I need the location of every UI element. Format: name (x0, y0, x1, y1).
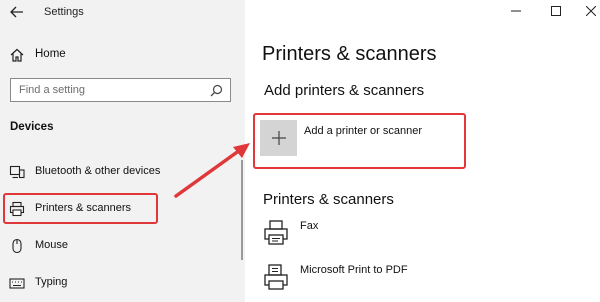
back-arrow-icon (10, 6, 23, 18)
sidebar-item-home[interactable]: Home (0, 42, 245, 68)
mouse-icon (12, 238, 22, 254)
section-title-devices: Devices (10, 121, 54, 133)
sidebar: Settings Home Find a setting Devices Blu… (0, 0, 245, 302)
minimize-button[interactable] (507, 2, 525, 20)
page-title: Printers & scanners (262, 43, 437, 65)
printer-name: Microsoft Print to PDF (300, 264, 408, 276)
fax-icon (264, 220, 288, 245)
sidebar-item-label: Bluetooth & other devices (35, 165, 161, 177)
sidebar-item-label: Typing (35, 276, 68, 288)
search-input[interactable]: Find a setting (10, 78, 231, 102)
minimize-icon (511, 10, 521, 12)
sidebar-item-mouse[interactable]: Mouse (0, 233, 245, 259)
sidebar-scrollbar[interactable] (241, 160, 243, 260)
sidebar-item-bluetooth[interactable]: Bluetooth & other devices (0, 159, 245, 185)
printer-item-fax[interactable]: Fax (245, 220, 600, 260)
printer-name: Fax (300, 220, 319, 232)
highlight-box-printers (3, 193, 158, 224)
sidebar-item-label: Home (35, 48, 66, 60)
sidebar-item-typing[interactable]: Typing (0, 270, 245, 296)
search-icon (210, 84, 223, 97)
close-icon (586, 6, 596, 16)
printer-icon (264, 264, 288, 290)
search-placeholder: Find a setting (19, 84, 86, 96)
maximize-button[interactable] (547, 2, 565, 20)
section-title-add: Add printers & scanners (264, 82, 425, 99)
maximize-icon (551, 6, 561, 16)
highlight-box-add-printer (253, 113, 466, 169)
keyboard-icon (9, 278, 25, 289)
close-button[interactable] (582, 2, 600, 20)
printer-item-pdf[interactable]: Microsoft Print to PDF (245, 264, 600, 302)
back-button[interactable] (6, 3, 28, 21)
sidebar-item-label: Mouse (35, 239, 69, 251)
main-content: Printers & scanners Add printers & scann… (245, 0, 600, 302)
section-title-printers: Printers & scanners (263, 191, 394, 208)
window-title: Settings (44, 6, 84, 18)
home-icon (10, 48, 24, 62)
bluetooth-devices-icon (9, 165, 25, 179)
